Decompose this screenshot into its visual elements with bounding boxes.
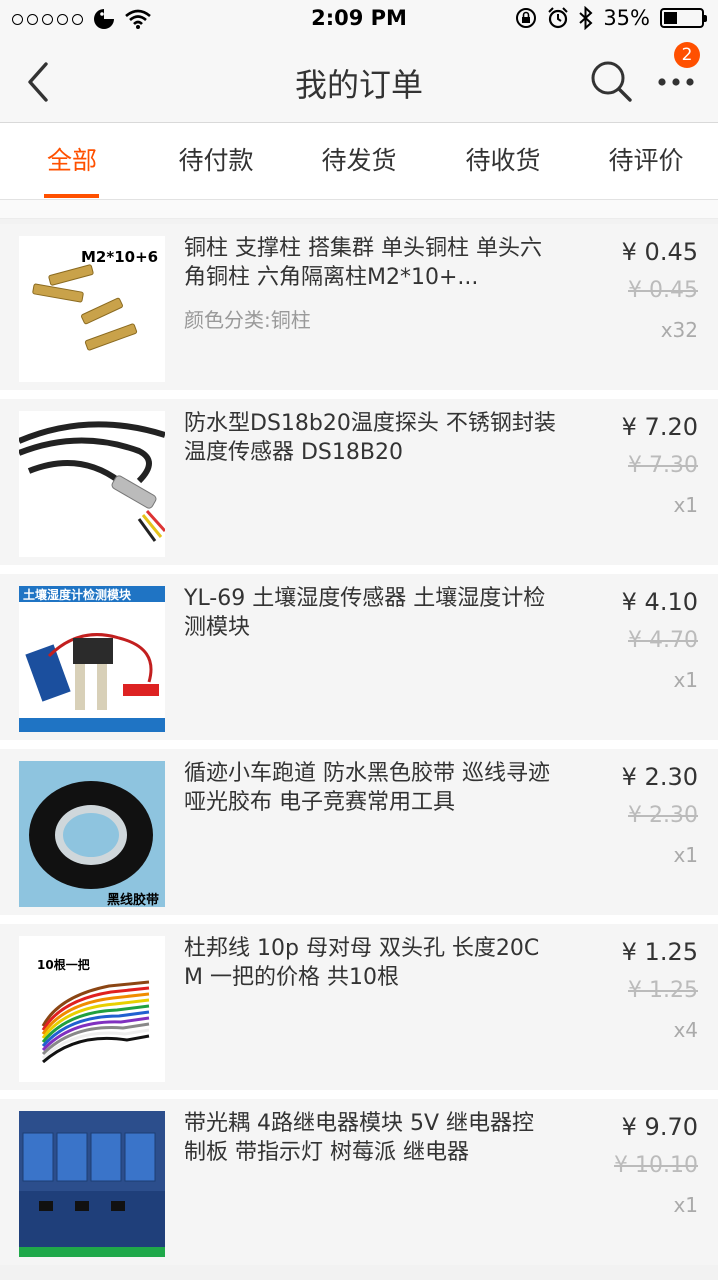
- order-item[interactable]: 土壤湿度计检测模块 YL-69 土壤湿度传感器 土壤湿度计检测模块 ¥ 4.10…: [0, 574, 718, 740]
- divider: [0, 200, 718, 219]
- soil-sensor-image: [19, 586, 165, 732]
- original-price: ¥ 7.30: [628, 453, 698, 478]
- status-bar: 2:09 PM 35%: [0, 0, 718, 40]
- product-image: [19, 411, 165, 557]
- tab-pending-shipment[interactable]: 待发货: [287, 123, 431, 199]
- tab-pending-review[interactable]: 待评价: [574, 123, 718, 199]
- quantity: x1: [673, 493, 698, 517]
- product-image: 10根一把: [19, 936, 165, 1082]
- relay-module-image: [19, 1111, 165, 1257]
- order-item[interactable]: 防水型DS18b20温度探头 不锈钢封装 温度传感器 DS18B20 ¥ 7.2…: [0, 399, 718, 565]
- tab-all[interactable]: 全部: [0, 123, 144, 199]
- original-price: ¥ 2.30: [628, 803, 698, 828]
- original-price: ¥ 4.70: [628, 628, 698, 653]
- product-sku: 颜色分类:铜柱: [184, 308, 311, 332]
- order-status-tabs: 全部 待付款 待发货 待收货 待评价: [0, 123, 718, 200]
- product-image: [19, 1111, 165, 1257]
- original-price: ¥ 1.25: [628, 978, 698, 1003]
- price: ¥ 2.30: [621, 763, 698, 791]
- alarm-icon: [548, 7, 569, 29]
- quantity: x32: [660, 318, 698, 342]
- product-title[interactable]: 杜邦线 10p 母对母 双头孔 长度20CM 一把的价格 共10根: [184, 934, 556, 992]
- image-caption: 土壤湿度计检测模块: [23, 588, 132, 602]
- product-title[interactable]: 防水型DS18b20温度探头 不锈钢封装 温度传感器 DS18B20: [184, 409, 556, 467]
- quantity: x1: [673, 668, 698, 692]
- price: ¥ 1.25: [621, 938, 698, 966]
- black-tape-image: [19, 761, 165, 907]
- bluetooth-icon: [579, 6, 593, 30]
- image-caption: 10根一把: [37, 958, 90, 972]
- price: ¥ 4.10: [621, 588, 698, 616]
- product-title[interactable]: YL-69 土壤湿度传感器 土壤湿度计检测模块: [184, 584, 556, 642]
- tab-pending-receipt[interactable]: 待收货: [431, 123, 575, 199]
- order-item[interactable]: M2*10+6 铜柱 支撑柱 搭集群 单头铜柱 单头六角铜柱 六角隔离柱M2*1…: [0, 224, 718, 390]
- navigation-bar: 我的订单: [0, 40, 718, 123]
- price: ¥ 0.45: [621, 238, 698, 266]
- status-icons: 35%: [515, 6, 707, 30]
- price: ¥ 9.70: [621, 1113, 698, 1141]
- price: ¥ 7.20: [621, 413, 698, 441]
- active-tab-indicator: [44, 194, 99, 198]
- quantity: x4: [673, 1018, 698, 1042]
- product-title[interactable]: 铜柱 支撑柱 搭集群 单头铜柱 单头六角铜柱 六角隔离柱M2*10+...: [184, 234, 556, 292]
- search-icon[interactable]: [588, 58, 634, 104]
- original-price: ¥ 0.45: [628, 278, 698, 303]
- order-item[interactable]: 黑线胶带 循迹小车跑道 防水黑色胶带 巡线寻迹 哑光胶布 电子竞赛常用工具 ¥ …: [0, 749, 718, 915]
- quantity: x1: [673, 1193, 698, 1217]
- rotation-lock-icon: [516, 8, 537, 28]
- image-caption: M2*10+6: [81, 248, 159, 266]
- temperature-probe-image: [19, 411, 165, 557]
- order-item[interactable]: 带光耦 4路继电器模块 5V 继电器控制板 带指示灯 树莓派 继电器 ¥ 9.7…: [0, 1099, 718, 1265]
- quantity: x1: [673, 843, 698, 867]
- tab-pending-payment[interactable]: 待付款: [144, 123, 288, 199]
- product-image: 黑线胶带: [19, 761, 165, 907]
- battery-icon: [660, 8, 707, 28]
- product-title[interactable]: 带光耦 4路继电器模块 5V 继电器控制板 带指示灯 树莓派 继电器: [184, 1109, 556, 1167]
- battery-percent: 35%: [603, 6, 650, 30]
- notification-badge: 2: [674, 42, 700, 68]
- more-options-icon[interactable]: [654, 62, 698, 102]
- product-title[interactable]: 循迹小车跑道 防水黑色胶带 巡线寻迹 哑光胶布 电子竞赛常用工具: [184, 759, 556, 817]
- product-image: 土壤湿度计检测模块: [19, 586, 165, 732]
- original-price: ¥ 10.10: [614, 1153, 698, 1178]
- order-item[interactable]: 10根一把 杜邦线 10p 母对母 双头孔 长度20CM 一把的价格 共10根 …: [0, 924, 718, 1090]
- product-image: M2*10+6: [19, 236, 165, 382]
- image-caption: 黑线胶带: [107, 893, 160, 907]
